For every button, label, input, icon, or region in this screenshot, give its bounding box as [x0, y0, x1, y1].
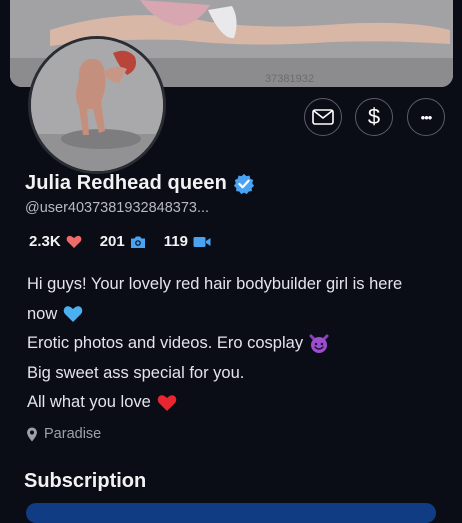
subscribe-button[interactable]: [26, 503, 436, 523]
profile-bio: Hi guys! Your lovely red hair bodybuilde…: [27, 270, 447, 418]
photos-count: 201: [99, 233, 125, 250]
likes-stat: 2.3K: [29, 233, 82, 250]
bio-line-5: All what you love: [27, 388, 447, 418]
bio-text: Big sweet ass special for you.: [27, 363, 245, 382]
message-button[interactable]: [304, 98, 342, 136]
bio-line-2: now: [27, 300, 447, 330]
verified-badge-icon: [233, 173, 255, 194]
videos-stat[interactable]: 119: [164, 233, 211, 250]
smiling-devil-emoji-icon: [309, 334, 329, 353]
location-pin-icon: [27, 427, 37, 441]
heart-icon: [66, 235, 82, 248]
bio-text: All what you love: [27, 393, 151, 411]
red-heart-emoji-icon: [157, 395, 177, 411]
profile-name: Julia Redhead queen: [25, 172, 227, 194]
camera-icon: [130, 236, 145, 248]
bio-text: Hi guys! Your lovely red hair bodybuilde…: [27, 275, 403, 293]
profile-handle: @user4037381932848373...: [25, 200, 210, 216]
cover-watermark: 37381932: [265, 73, 314, 85]
profile-name-row: Julia Redhead queen: [25, 172, 255, 195]
bio-text: Erotic photos and videos. Ero cosplay: [27, 334, 304, 352]
location-text: Paradise: [44, 426, 102, 442]
more-dots-icon: •••: [420, 109, 433, 125]
bio-line-4: Big sweet ass special for you.: [27, 359, 447, 389]
profile-location: Paradise: [26, 426, 101, 442]
profile-stats: 2.3K 201 119: [29, 233, 229, 250]
envelope-icon: [312, 109, 334, 125]
video-camera-icon: [193, 236, 211, 247]
subscription-heading: Subscription: [24, 470, 147, 492]
photos-stat[interactable]: 201: [100, 233, 146, 250]
likes-count: 2.3K: [29, 233, 61, 250]
dollar-icon: $: [367, 104, 381, 129]
blue-heart-emoji-icon: [63, 306, 83, 323]
bio-line-3: Erotic photos and videos. Ero cosplay: [27, 329, 447, 359]
avatar[interactable]: [28, 36, 166, 174]
tip-button[interactable]: $: [355, 98, 393, 136]
more-button[interactable]: •••: [407, 98, 445, 136]
videos-count: 119: [163, 233, 188, 250]
bio-text: now: [27, 304, 58, 323]
bio-line-1: Hi guys! Your lovely red hair bodybuilde…: [27, 270, 447, 300]
avatar-image: [31, 39, 163, 171]
